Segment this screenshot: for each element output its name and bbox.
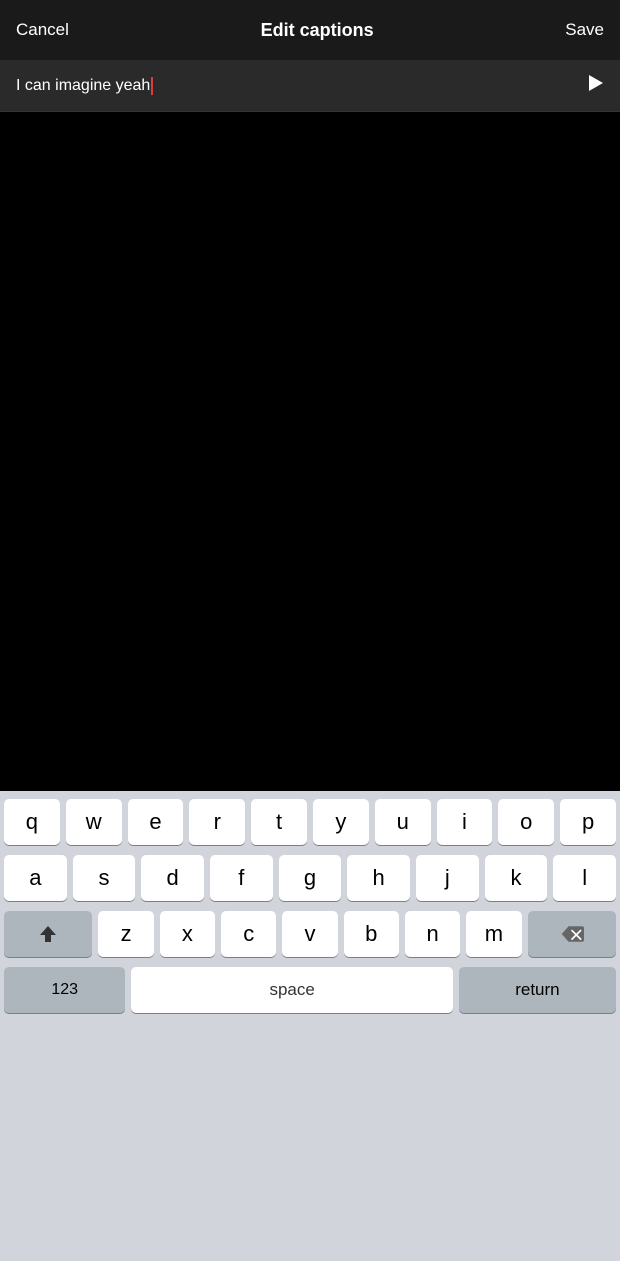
key-d[interactable]: d xyxy=(141,855,204,901)
key-o[interactable]: o xyxy=(498,799,554,845)
keyboard-row-4: 123 space return xyxy=(4,967,616,1013)
keyboard-row-3: z x c v b n m xyxy=(4,911,616,957)
key-g[interactable]: g xyxy=(279,855,342,901)
key-v[interactable]: v xyxy=(282,911,337,957)
cancel-button[interactable]: Cancel xyxy=(16,20,69,40)
key-y[interactable]: y xyxy=(313,799,369,845)
key-f[interactable]: f xyxy=(210,855,273,901)
key-x[interactable]: x xyxy=(160,911,215,957)
key-u[interactable]: u xyxy=(375,799,431,845)
key-k[interactable]: k xyxy=(485,855,548,901)
play-icon xyxy=(586,74,604,92)
caption-value: I can imagine yeah xyxy=(16,77,150,95)
page-title: Edit captions xyxy=(261,20,374,41)
play-button[interactable] xyxy=(578,74,604,97)
space-key[interactable]: space xyxy=(131,967,452,1013)
delete-key[interactable] xyxy=(528,911,616,957)
key-n[interactable]: n xyxy=(405,911,460,957)
key-h[interactable]: h xyxy=(347,855,410,901)
keyboard: q w e r t y u i o p a s d f g h j k l z … xyxy=(0,791,620,1261)
key-p[interactable]: p xyxy=(560,799,616,845)
key-w[interactable]: w xyxy=(66,799,122,845)
save-button[interactable]: Save xyxy=(565,20,604,40)
key-i[interactable]: i xyxy=(437,799,493,845)
caption-bar[interactable]: I can imagine yeah xyxy=(0,60,620,112)
numbers-key[interactable]: 123 xyxy=(4,967,125,1013)
key-r[interactable]: r xyxy=(189,799,245,845)
key-a[interactable]: a xyxy=(4,855,67,901)
shift-icon xyxy=(37,923,59,945)
content-area xyxy=(0,112,620,791)
key-q[interactable]: q xyxy=(4,799,60,845)
key-z[interactable]: z xyxy=(98,911,153,957)
keyboard-row-2: a s d f g h j k l xyxy=(4,855,616,901)
key-e[interactable]: e xyxy=(128,799,184,845)
text-cursor xyxy=(151,77,153,95)
key-s[interactable]: s xyxy=(73,855,136,901)
caption-text: I can imagine yeah xyxy=(16,77,578,95)
delete-icon xyxy=(560,924,584,944)
header: Cancel Edit captions Save xyxy=(0,0,620,60)
key-m[interactable]: m xyxy=(466,911,521,957)
key-c[interactable]: c xyxy=(221,911,276,957)
shift-key[interactable] xyxy=(4,911,92,957)
return-key[interactable]: return xyxy=(459,967,616,1013)
key-b[interactable]: b xyxy=(344,911,399,957)
key-t[interactable]: t xyxy=(251,799,307,845)
key-j[interactable]: j xyxy=(416,855,479,901)
key-l[interactable]: l xyxy=(553,855,616,901)
keyboard-row-1: q w e r t y u i o p xyxy=(4,799,616,845)
